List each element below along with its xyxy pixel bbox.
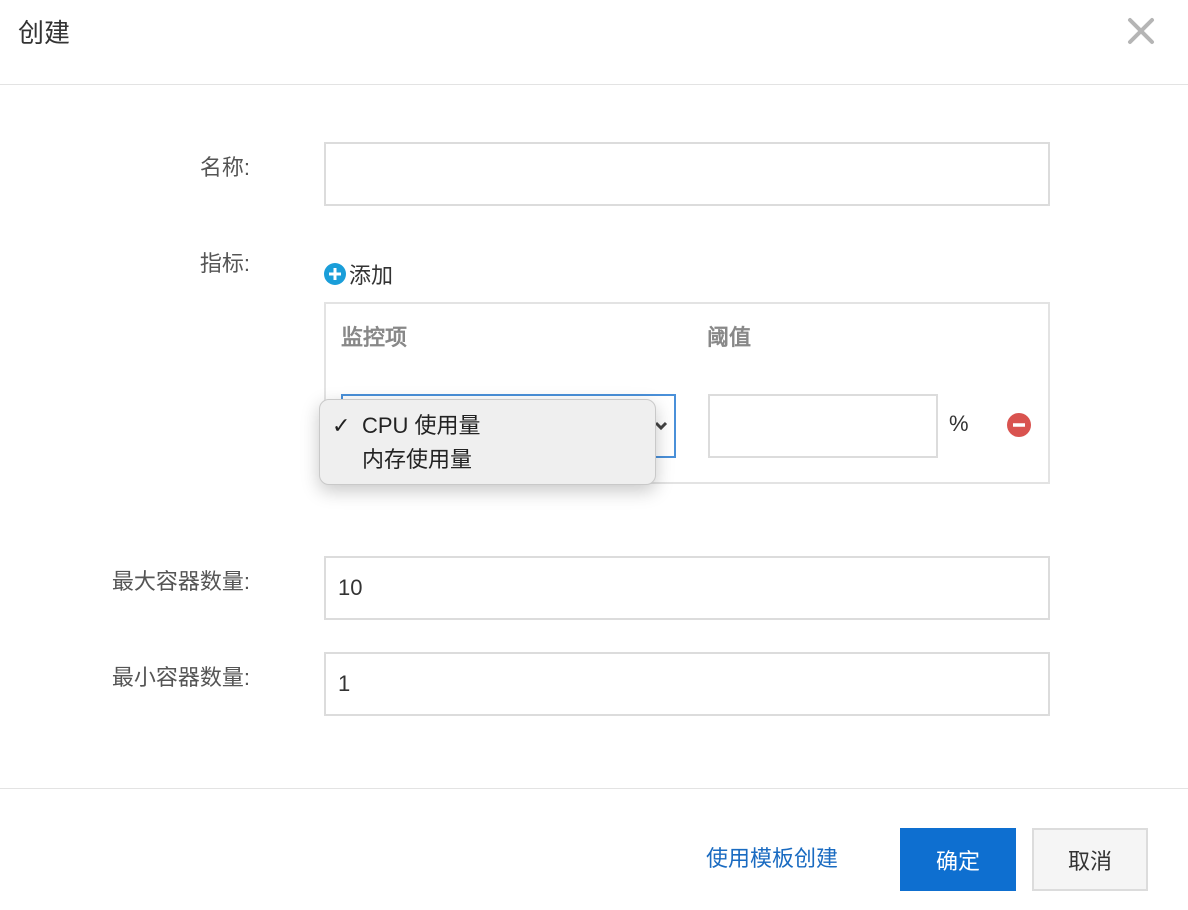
dropdown-option-cpu[interactable]: ✓ CPU 使用量 xyxy=(320,409,655,443)
metrics-label: 指标: xyxy=(199,251,250,276)
min-containers-input[interactable] xyxy=(324,652,1050,716)
dropdown-option-label: CPU 使用量 xyxy=(362,413,481,438)
min-containers-label: 最小容器数量: xyxy=(111,665,250,690)
create-from-template-link[interactable]: 使用模板创建 xyxy=(706,844,838,874)
name-input[interactable] xyxy=(324,142,1050,206)
create-dialog: 创建 名称: 指标: 添加 监控项 阈值 % ✓ CPU 使用量 内存使用量 最… xyxy=(0,0,1188,910)
footer-divider xyxy=(0,788,1188,789)
dialog-title: 创建 xyxy=(18,18,71,48)
add-metric-button[interactable]: 添加 xyxy=(323,259,393,289)
max-containers-input[interactable] xyxy=(324,556,1050,620)
close-icon[interactable] xyxy=(1124,14,1158,48)
add-metric-label: 添加 xyxy=(349,263,394,288)
name-label: 名称: xyxy=(199,155,250,180)
plus-circle-icon xyxy=(324,263,346,285)
column-header-threshold: 阈值 xyxy=(707,325,752,350)
max-containers-label: 最大容器数量: xyxy=(111,569,250,594)
dropdown-option-memory[interactable]: 内存使用量 xyxy=(320,443,655,477)
monitor-dropdown-menu: ✓ CPU 使用量 内存使用量 xyxy=(319,399,656,485)
dialog-header: 创建 xyxy=(0,0,1188,85)
threshold-input[interactable] xyxy=(708,394,938,458)
confirm-button[interactable]: 确定 xyxy=(900,828,1016,891)
minus-circle-icon[interactable] xyxy=(1006,412,1032,438)
threshold-unit: % xyxy=(949,411,969,436)
column-header-monitor: 监控项 xyxy=(341,325,408,350)
check-icon: ✓ xyxy=(332,413,351,438)
cancel-button[interactable]: 取消 xyxy=(1032,828,1148,891)
dropdown-option-label: 内存使用量 xyxy=(362,447,473,472)
